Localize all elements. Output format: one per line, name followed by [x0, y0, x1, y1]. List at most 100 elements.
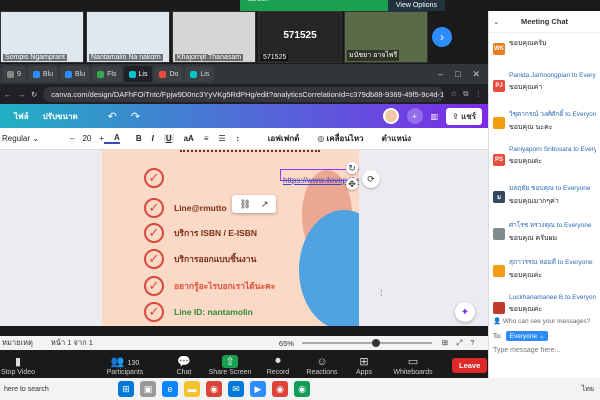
browser-tab[interactable]: Do	[154, 66, 184, 82]
check-circle-icon: ✓	[144, 302, 164, 322]
list-item[interactable]: ✓ Line ID: nantamolin	[144, 302, 253, 322]
minimize-icon[interactable]: –	[438, 69, 443, 80]
browser-tab[interactable]: Lis	[185, 66, 215, 82]
browser-tab[interactable]: 9	[2, 66, 26, 82]
folder-icon[interactable]: ▬	[184, 381, 200, 397]
mail-icon[interactable]: ✉	[228, 381, 244, 397]
add-collaborator-icon[interactable]: +	[406, 108, 423, 124]
design-page[interactable]: ✓ https://www.ilovepdf.com ✓ Line@rmutto…	[102, 150, 359, 326]
windows-icon[interactable]: ⊞	[118, 381, 134, 397]
effects-button[interactable]: เอฟเฟกต์	[240, 132, 300, 145]
zoom-slider-knob[interactable]	[371, 339, 380, 347]
drag-handle[interactable]: ⁞	[380, 288, 383, 298]
check-circle-icon: ✓	[144, 276, 164, 296]
video-tile[interactable]: Nantamalin Na nakorn	[86, 11, 170, 63]
participants-button[interactable]: 👥 130 Participants	[84, 355, 166, 378]
close-icon[interactable]: ✕	[472, 69, 480, 80]
decrease-size-button[interactable]: –	[70, 134, 74, 143]
list-item[interactable]: ✓	[144, 168, 164, 188]
chrome-icon[interactable]: ◉	[206, 381, 222, 397]
underline-button[interactable]: U	[163, 134, 174, 143]
list-item-text[interactable]: บริการ ISBN / E-ISBN	[174, 226, 257, 240]
font-dropdown[interactable]: Regular ⌄	[0, 134, 64, 143]
reload-icon[interactable]: ↻	[31, 90, 37, 99]
insights-icon[interactable]: ▥	[431, 112, 439, 121]
italic-button[interactable]: I	[152, 134, 154, 143]
view-options-button[interactable]: View Options	[387, 0, 445, 11]
chevron-right-icon[interactable]: ›	[432, 27, 452, 47]
task-view-icon[interactable]: ▣	[140, 381, 156, 397]
align-icon[interactable]: ≡	[204, 134, 209, 143]
list-item-text[interactable]: Line@rmutto	[174, 203, 227, 213]
recipient-dropdown[interactable]: Everyone ⌄	[505, 331, 549, 341]
text-color-icon[interactable]: A	[104, 133, 120, 144]
link-icon[interactable]: ⛓	[240, 199, 251, 210]
font-size-value[interactable]: 20	[82, 134, 91, 143]
video-tile[interactable]: 571525 571525	[258, 11, 342, 63]
stop-video-button[interactable]: ▮ Stop Video	[0, 355, 36, 378]
maximize-icon[interactable]: □	[455, 69, 460, 80]
fullscreen-icon[interactable]: ⤢	[456, 338, 462, 348]
design-canvas[interactable]: ✓ https://www.ilovepdf.com ✓ Line@rmutto…	[0, 150, 488, 326]
menu-icon[interactable]: ⋮	[475, 89, 483, 99]
extension-icon[interactable]: ⧉	[463, 89, 468, 99]
chat-message-input[interactable]	[493, 347, 597, 354]
chat-button[interactable]: 💬 Chat	[166, 355, 202, 378]
refresh-icon[interactable]: ⟳	[362, 170, 380, 188]
help-icon[interactable]: ?	[470, 338, 474, 348]
grid-view-icon[interactable]: ⊞	[442, 338, 448, 348]
share-screen-button[interactable]: ⇧ Share Screen	[202, 355, 258, 378]
browser-tab[interactable]: Blu	[27, 66, 59, 82]
whiteboards-button[interactable]: ▭ Whiteboards	[382, 355, 444, 378]
chrome-icon[interactable]: ◉	[272, 381, 288, 397]
case-button[interactable]: aA	[184, 134, 194, 143]
browser-tab[interactable]: Fls	[92, 66, 122, 82]
resize-button[interactable]: ปรับขนาด	[29, 110, 78, 123]
video-tile[interactable]: Sompis Ngamprarit	[0, 11, 84, 63]
zoom-slider[interactable]	[301, 339, 432, 347]
bookmark-icon[interactable]: ☆	[450, 89, 457, 99]
avatar[interactable]	[382, 108, 399, 124]
list-item-text[interactable]: Line ID: nantamolin	[174, 307, 253, 317]
zoom-app-icon[interactable]: ▶	[250, 381, 266, 397]
chrome-icon[interactable]: ◉	[294, 381, 310, 397]
rotate-icon[interactable]: ↻	[346, 162, 358, 174]
video-tile[interactable]: มนัชยา อาจไพรี	[344, 11, 428, 63]
list-item[interactable]: ✓ อยากรู้อะไรบอกเราได้นะคะ	[144, 276, 275, 296]
file-menu[interactable]: ไฟล์	[0, 110, 29, 123]
who-can-see-link[interactable]: 👤 Who can see your messages?	[493, 317, 590, 325]
notes-button[interactable]: หมายเหตุ	[0, 337, 33, 349]
edge-icon[interactable]: e	[162, 381, 178, 397]
share-button[interactable]: ⇪ แชร์	[446, 107, 482, 125]
list-item-text[interactable]: บริการออกแบบชิ้นงาน	[174, 252, 256, 266]
bold-button[interactable]: B	[136, 134, 142, 143]
open-link-icon[interactable]: ↗	[261, 199, 269, 210]
url-field[interactable]: canva.com/design/DAFhFOiTntc/Fpjw9D0nc3Y…	[43, 86, 445, 102]
list-item[interactable]: ✓ Line@rmutto	[144, 198, 227, 218]
list-item[interactable]: ✓ บริการออกแบบชิ้นงาน	[144, 249, 256, 269]
list-icon[interactable]: ☰	[219, 134, 226, 143]
meeting-chat-panel: ⌄ Meeting Chat WK ขอบคุณครับ PJ Panida J…	[488, 11, 600, 378]
undo-icon[interactable]: ↶	[78, 110, 117, 123]
taskbar-search[interactable]: here to search	[0, 386, 100, 393]
browser-tab[interactable]: Blu	[60, 66, 91, 82]
video-tile[interactable]: Khajornjit Thanasam	[172, 11, 256, 63]
list-item[interactable]: ✓ บริการ ISBN / E-ISBN	[144, 223, 257, 243]
list-item-text[interactable]: อยากรู้อะไรบอกเราได้นะคะ	[174, 279, 275, 293]
record-button[interactable]: ⏺ Record	[258, 355, 298, 378]
position-button[interactable]: ตำแหน่ง	[364, 132, 412, 145]
forward-icon[interactable]: →	[18, 90, 26, 99]
redo-icon[interactable]: ↷	[117, 110, 140, 123]
apps-button[interactable]: ⊞ Apps	[346, 355, 382, 378]
canva-header: ไฟล์ ปรับขนาด ↶ ↷ + ▥ ⇪ แชร์	[0, 104, 488, 128]
magic-assistant-icon[interactable]: ✦	[455, 302, 475, 322]
input-language[interactable]: ไทย	[582, 384, 600, 395]
reactions-button[interactable]: ☺ Reactions	[298, 356, 346, 378]
move-icon[interactable]: ✥	[346, 178, 358, 190]
chevron-down-icon[interactable]: ⌄	[493, 17, 499, 26]
animate-button[interactable]: ◎ เคลื่อนไหว	[299, 132, 363, 145]
leave-button[interactable]: Leave	[452, 358, 488, 373]
zoom-control-bar: ▮ Stop Video 👥 130 Participants 💬 Chat ⇧…	[0, 350, 488, 378]
browser-tab[interactable]: Lis	[123, 66, 153, 82]
back-icon[interactable]: ←	[4, 90, 12, 99]
